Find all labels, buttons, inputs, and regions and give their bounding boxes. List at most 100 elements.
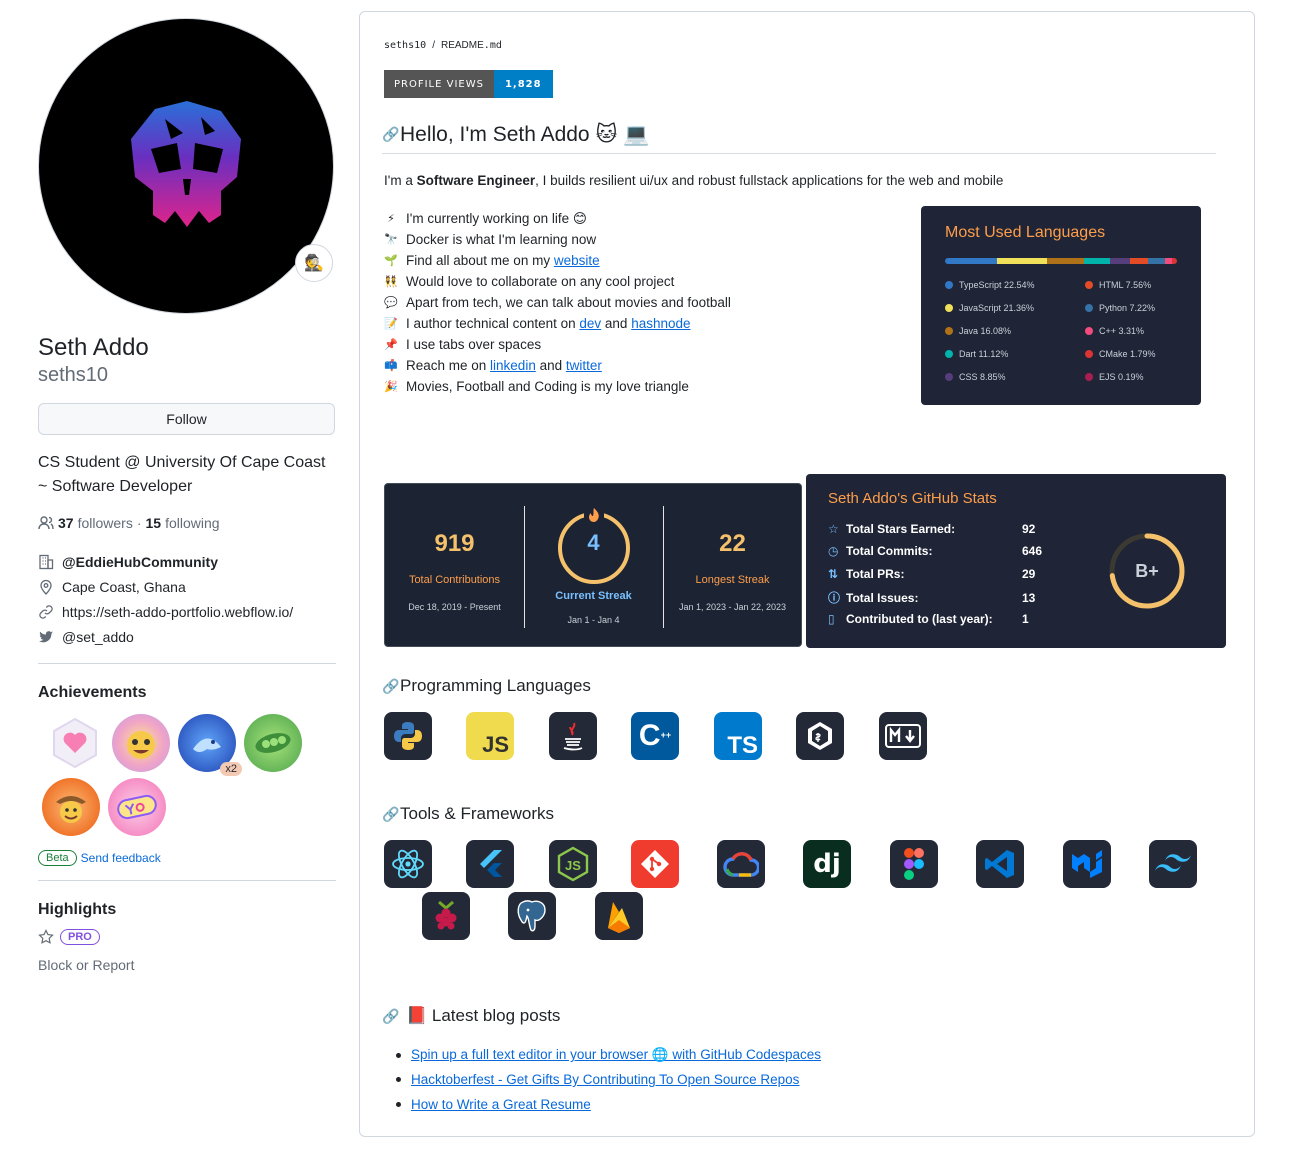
bullet (396, 1052, 401, 1058)
telescope-icon: 🔭 (384, 234, 398, 246)
list-item: Spin up a full text editor in your brows… (396, 1043, 821, 1068)
javascript-icon[interactable]: JS (466, 712, 514, 760)
achievement-yolo-badge[interactable] (108, 778, 166, 836)
beta-feedback-row: Beta Send feedback (38, 850, 336, 866)
profile-bio: CS Student @ University Of Cape Coast ~ … (38, 454, 326, 495)
views-value: 1,828 (493, 70, 553, 98)
beta-label: Beta (38, 850, 77, 866)
hashnode-link[interactable]: hashnode (631, 316, 690, 331)
tailwind-icon[interactable] (1149, 840, 1197, 888)
mui-icon[interactable] (1063, 840, 1111, 888)
section-title: Programming Languages (400, 676, 591, 695)
list-item: 📌 I use tabs over spaces (384, 334, 731, 355)
stat-label: Total PRs: (846, 567, 905, 581)
highlights-row: PRO (38, 929, 336, 945)
achievement-pair-extraordinaire-badge[interactable] (244, 714, 302, 772)
following-label[interactable]: following (165, 515, 219, 531)
typescript-icon[interactable]: TS (714, 712, 762, 760)
website-link[interactable]: https://seth-addo-portfolio.webflow.io/ (62, 604, 293, 620)
mailbox-icon: 📫 (384, 360, 398, 372)
crumb-user[interactable]: seths10 (384, 40, 426, 51)
list-item: 👯 Would love to collaborate on any cool p… (384, 271, 731, 292)
status-emoji[interactable]: 🕵️ (295, 244, 333, 282)
markdown-icon[interactable] (879, 712, 927, 760)
issue-icon: ⓘ (828, 591, 841, 605)
anchor-link-icon[interactable]: 🔗 (382, 1008, 399, 1025)
gcp-icon[interactable] (717, 840, 765, 888)
tools-frameworks-heading: 🔗 Tools & Frameworks (382, 804, 554, 824)
stat-value: 29 (1022, 567, 1036, 581)
achievement-count-badge: x2 (220, 762, 242, 776)
firebase-icon[interactable] (595, 892, 643, 940)
stat-value: 646 (1022, 544, 1043, 558)
fact-text: Reach me on (406, 358, 491, 373)
anchor-link-icon[interactable]: 🔗 (382, 806, 399, 823)
followers-label[interactable]: followers (78, 515, 133, 531)
stat-label: Contributed to (last year): (846, 612, 993, 626)
stat-row-stars: ☆ Total Stars Earned: 92 (828, 522, 1052, 536)
list-item: ⚡ I'm currently working on life 😊 (384, 208, 731, 229)
figma-icon[interactable] (890, 840, 938, 888)
following-count[interactable]: 15 (146, 515, 162, 531)
list-item: Hacktoberfest - Get Gifts By Contributin… (396, 1068, 821, 1093)
python-icon[interactable] (384, 712, 432, 760)
profile-fullname: Seth Addo (38, 334, 149, 361)
intro-paragraph: I'm a Software Engineer, I builds resili… (384, 173, 1003, 188)
github-stats-card: Seth Addo's GitHub Stats ☆ Total Stars Ea… (806, 474, 1226, 648)
bash-icon[interactable] (796, 712, 844, 760)
views-label: PROFILE VIEWS (384, 70, 494, 98)
lang-item-cmake: CMake 1.79% (1085, 349, 1156, 359)
block-or-report-link[interactable]: Block or Report (38, 957, 336, 973)
achievement-heart-badge[interactable] (46, 714, 104, 772)
blog-post-link[interactable]: How to Write a Great Resume (411, 1097, 591, 1112)
fact-text: Would love to collaborate on any cool pr… (406, 274, 675, 289)
vcard-website[interactable]: https://seth-addo-portfolio.webflow.io/ (38, 599, 336, 624)
longest-streak-range: Jan 1, 2023 - Jan 22, 2023 (678, 602, 787, 612)
twitter-handle[interactable]: @set_addo (62, 629, 134, 645)
lang-item-cpp: C++ 3.31% (1085, 326, 1144, 336)
intro-pre: I'm a (384, 173, 417, 188)
avatar[interactable]: 🕵️ (38, 18, 334, 314)
git-icon[interactable] (631, 840, 679, 888)
readme-panel: seths10 / README.md PROFILE VIEWS 1,828 … (359, 11, 1255, 1137)
skull-avatar-art (131, 101, 241, 227)
anchor-link-icon[interactable]: 🔗 (382, 126, 399, 143)
raspberrypi-icon[interactable] (422, 892, 470, 940)
nodejs-icon[interactable]: JS (549, 840, 597, 888)
anchor-link-icon[interactable]: 🔗 (382, 678, 399, 695)
twitter-link[interactable]: twitter (566, 358, 602, 373)
send-feedback-link[interactable]: Send feedback (81, 851, 161, 865)
fact-text: Apart from tech, we can talk about movie… (406, 295, 731, 310)
java-icon[interactable] (549, 712, 597, 760)
cplusplus-icon[interactable]: C ++ (631, 712, 679, 760)
react-icon[interactable] (384, 840, 432, 888)
rank-grade: B+ (1135, 561, 1159, 581)
achievement-quickdraw-badge[interactable] (42, 778, 100, 836)
vcard-twitter[interactable]: @set_addo (38, 624, 336, 649)
pull-request-icon: ⇅ (828, 567, 839, 581)
repo-icon: ▯ (828, 612, 835, 626)
blog-post-link[interactable]: Hacktoberfest - Get Gifts By Contributin… (411, 1072, 799, 1087)
location-text: Cape Coast, Ghana (62, 578, 186, 595)
achievement-starstruck-badge[interactable] (112, 714, 170, 772)
django-icon[interactable]: dj (803, 840, 851, 888)
current-streak-col: 4 Current Streak Jan 1 - Jan 4 (524, 484, 663, 648)
lang-bar-segment (1130, 258, 1148, 264)
achievement-pull-shark-badge[interactable]: x2 (178, 714, 242, 776)
facts-list: ⚡ I'm currently working on life 😊 🔭 Docker… (384, 208, 731, 397)
followers-count[interactable]: 37 (58, 515, 74, 531)
linkedin-link[interactable]: linkedin (490, 358, 536, 373)
blog-post-link[interactable]: Spin up a full text editor in your brows… (411, 1047, 821, 1063)
profile-sidebar: 🕵️ Seth Addo seths10 Follow CS Student @… (38, 18, 336, 973)
follow-button[interactable]: Follow (38, 403, 335, 435)
website-link[interactable]: website (554, 253, 600, 268)
postgresql-icon[interactable] (508, 892, 556, 940)
flutter-icon[interactable] (466, 840, 514, 888)
stat-row-prs: ⇅ Total PRs: 29 (828, 567, 1052, 581)
stat-label: Total Stars Earned: (846, 522, 956, 536)
vcard-organization[interactable]: @EddieHubCommunity (38, 549, 336, 574)
vscode-icon[interactable] (976, 840, 1024, 888)
list-item: 📝 I author technical content on dev and h… (384, 313, 731, 334)
dev-link[interactable]: dev (579, 316, 601, 331)
stat-value: 92 (1022, 522, 1036, 536)
